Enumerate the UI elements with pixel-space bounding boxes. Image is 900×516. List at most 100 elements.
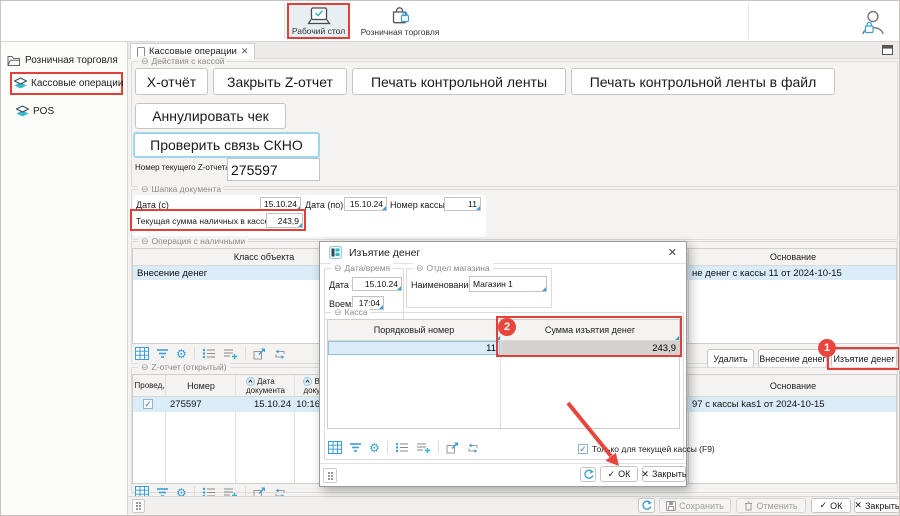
sidebar: Розничная торговля Кассовые операции POS bbox=[1, 42, 128, 515]
print-tape-button[interactable]: Печать контрольной ленты bbox=[352, 68, 566, 95]
sidebar-item-pos[interactable]: POS bbox=[14, 103, 127, 120]
ok-button[interactable]: ✓ ОК bbox=[811, 498, 851, 513]
sort-corner bbox=[675, 336, 679, 340]
toolbar-desktop-label: Рабочий стол bbox=[292, 26, 345, 36]
collapse-icon[interactable]: ⊖ bbox=[334, 263, 342, 274]
current-sum-field[interactable]: 243,9 bbox=[266, 213, 303, 228]
date-from-field[interactable]: 15.10.24 bbox=[260, 197, 301, 211]
column-header-withdraw-sum[interactable]: Сумма изъятия денег bbox=[501, 320, 679, 340]
group-title-datetime: ⊖ Дата/время bbox=[331, 263, 393, 274]
dialog-date-label: Дата bbox=[329, 280, 349, 290]
only-current-cashbox-option[interactable]: ✓ Только для текущей кассы (F9) bbox=[578, 444, 715, 454]
row-date-value: 15.10.24 bbox=[236, 399, 291, 410]
column-header-approved[interactable]: Провед, bbox=[133, 375, 166, 396]
only-current-cashbox-label: Только для текущей кассы (F9) bbox=[592, 444, 715, 454]
open-external-icon[interactable] bbox=[446, 442, 459, 454]
list-add-icon[interactable] bbox=[416, 442, 431, 454]
collapse-icon[interactable]: ⊖ bbox=[141, 56, 149, 67]
gear-icon[interactable]: ⚙ bbox=[369, 442, 380, 454]
window-restore-icon[interactable] bbox=[882, 45, 893, 55]
withdraw-money-button[interactable]: Изъятие денег bbox=[831, 349, 897, 368]
row-approved-checkbox[interactable]: ✓ bbox=[143, 399, 153, 409]
cashbox-number-field[interactable]: 11 bbox=[444, 197, 481, 211]
date-to-field[interactable]: 15.10.24 bbox=[344, 197, 387, 211]
check-icon: ✓ bbox=[608, 469, 616, 480]
grid-icon[interactable] bbox=[328, 441, 342, 454]
filter-icon[interactable] bbox=[156, 347, 169, 360]
collapse-icon[interactable]: ⊖ bbox=[334, 307, 342, 318]
toolbar-retail-button[interactable]: Розничная торговля bbox=[353, 3, 447, 39]
list-add-icon[interactable] bbox=[223, 348, 238, 360]
cancel-button[interactable]: Отменить bbox=[736, 498, 806, 513]
sidebar-item-cash-operations[interactable]: Кассовые операции bbox=[10, 72, 123, 95]
sync-icon[interactable] bbox=[466, 442, 480, 454]
save-button[interactable]: Сохранить bbox=[659, 498, 731, 513]
toolbar-desktop-button[interactable]: Рабочий стол bbox=[287, 3, 350, 39]
layers-diamond-icon bbox=[14, 77, 27, 90]
group-title-store-dept: ⊖ Отдел магазина bbox=[413, 263, 493, 274]
group-title-cashbox: ⊖ Касса bbox=[331, 307, 370, 318]
dialog-more-options-button[interactable] bbox=[323, 468, 337, 483]
cross-icon: ✕ bbox=[854, 500, 862, 511]
withdraw-money-dialog: Изъятие денег ✕ ⊖ Дата/время Дата 15.10.… bbox=[319, 241, 687, 487]
dialog-name-field[interactable]: Магазин 1 bbox=[469, 276, 547, 292]
current-sum-label: Текущая сумма наличных в кассе bbox=[136, 216, 269, 226]
layers-diamond-icon bbox=[16, 105, 29, 118]
toolbar-divider bbox=[748, 3, 749, 39]
date-to-label: Дата (по) bbox=[305, 200, 343, 210]
gear-icon[interactable]: ⚙ bbox=[176, 348, 187, 360]
collapse-icon[interactable]: ⊖ bbox=[416, 263, 424, 274]
user-lock-icon[interactable] bbox=[857, 7, 887, 37]
app-window: Рабочий стол Розничная торговля Рознична… bbox=[0, 0, 900, 516]
sidebar-root-retail[interactable]: Розничная торговля bbox=[1, 52, 127, 72]
column-header-doc-date[interactable]: Дата документа bbox=[236, 375, 295, 396]
x-report-button[interactable]: X-отчёт bbox=[135, 68, 208, 95]
toolbar-separator bbox=[245, 347, 246, 360]
checkbox-checked-icon[interactable]: ✓ bbox=[578, 444, 588, 454]
toolbar-separator bbox=[438, 441, 439, 454]
tab-close-icon[interactable]: ✕ bbox=[241, 46, 249, 57]
dialog-row-sum-cell[interactable]: 243,9 bbox=[501, 341, 679, 355]
filter-icon[interactable] bbox=[349, 441, 362, 454]
check-icon: ✓ bbox=[820, 500, 828, 511]
annul-check-button[interactable]: Аннулировать чек bbox=[135, 103, 286, 129]
dialog-title: Изъятие денег bbox=[349, 247, 420, 259]
close-button[interactable]: ✕ Закрыть bbox=[854, 498, 900, 513]
grid-icon[interactable] bbox=[135, 347, 149, 360]
column-header-basis[interactable]: Основание bbox=[689, 375, 897, 396]
column-header-number[interactable]: Номер bbox=[166, 375, 236, 396]
list-icon[interactable] bbox=[202, 348, 216, 359]
close-z-report-button[interactable]: Закрыть Z-отчет bbox=[213, 68, 347, 95]
print-tape-file-button[interactable]: Печать контрольной ленты в файл bbox=[571, 68, 835, 95]
sidebar-item-pos-label: POS bbox=[33, 106, 54, 117]
z-number-field[interactable]: 275597 bbox=[227, 158, 320, 181]
toolbar-separator bbox=[387, 441, 388, 454]
dialog-close-button[interactable]: ✕ Закрыть bbox=[642, 466, 686, 482]
more-options-button[interactable] bbox=[132, 499, 145, 513]
list-icon[interactable] bbox=[395, 442, 409, 453]
check-skno-button[interactable]: Проверить связь СКНО bbox=[133, 132, 320, 158]
delete-button[interactable]: Удалить bbox=[707, 349, 754, 368]
laptop-icon bbox=[307, 7, 331, 26]
dialog-close-icon[interactable]: ✕ bbox=[668, 246, 677, 259]
dialog-refresh-button[interactable] bbox=[580, 467, 596, 482]
dialog-ok-button[interactable]: ✓ ОК bbox=[600, 466, 638, 482]
collapse-icon[interactable]: ⊖ bbox=[141, 236, 149, 247]
dialog-date-field[interactable]: 15.10.24 bbox=[352, 277, 402, 291]
document-icon bbox=[137, 47, 145, 57]
tab-bar: Кассовые операции ✕ bbox=[128, 42, 899, 59]
column-header-basis[interactable]: Основание bbox=[689, 249, 897, 265]
row-number-value: 275597 bbox=[170, 399, 202, 410]
row-basis-value: 97 с кассы kas1 от 2024-10-15 bbox=[692, 399, 825, 410]
column-header-order-number[interactable]: Порядковый номер bbox=[328, 320, 500, 340]
dialog-title-bar[interactable]: Изъятие денег ✕ bbox=[320, 242, 686, 264]
dialog-row-order-cell[interactable]: 11 bbox=[328, 341, 500, 355]
toolbar-retail-label: Розничная торговля bbox=[361, 27, 440, 37]
collapse-icon[interactable]: ⊖ bbox=[141, 362, 149, 373]
deposit-money-button[interactable]: Внесение денег bbox=[758, 349, 827, 368]
open-external-icon[interactable] bbox=[253, 348, 266, 360]
sync-icon[interactable] bbox=[273, 348, 287, 360]
refresh-button[interactable] bbox=[638, 498, 655, 513]
collapse-icon[interactable]: ⊖ bbox=[141, 184, 149, 195]
column-divider bbox=[294, 375, 295, 483]
